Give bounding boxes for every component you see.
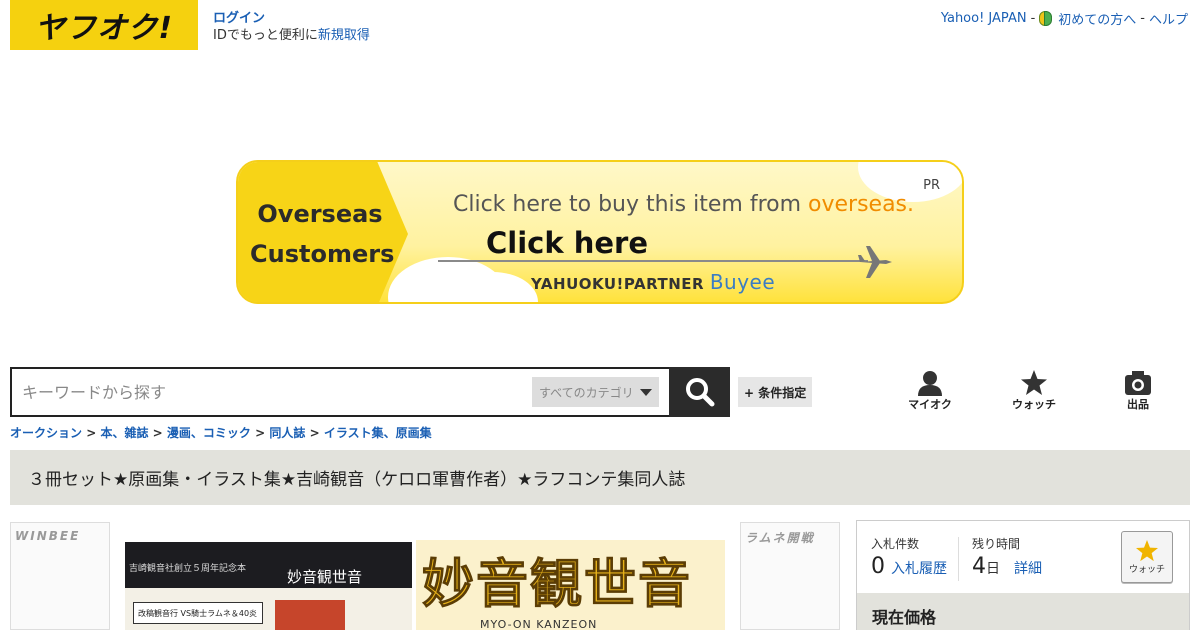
breadcrumb-item[interactable]: 漫画、コミック xyxy=(167,426,251,440)
overseas-banner[interactable]: Overseas Customers Click here to buy thi… xyxy=(236,160,964,304)
dropdown-triangle-icon xyxy=(639,388,652,396)
breadcrumb-sep: > xyxy=(255,426,266,440)
partner-text: YAHUOKU!PARTNER xyxy=(531,275,705,293)
img1-title: 妙音観世音 xyxy=(287,568,363,586)
breadcrumb: オークション > 本、雑誌 > 漫画、コミック > 同人誌 > イラスト集、原画… xyxy=(10,424,432,441)
sell-button[interactable]: 出品 xyxy=(1103,370,1173,412)
category-select[interactable]: すべてのカテゴリ xyxy=(532,377,659,407)
banner-headline: Click here to buy this item from oversea… xyxy=(453,192,914,217)
detail-link[interactable]: 詳細 xyxy=(1014,561,1042,577)
flight-line xyxy=(438,260,868,262)
banner-left-line1: Overseas xyxy=(257,200,383,228)
breadcrumb-item[interactable]: 同人誌 xyxy=(269,426,305,440)
login-sub: IDでもっと便利に新規取得 xyxy=(213,27,370,44)
login-area: ログイン IDでもっと便利に新規取得 xyxy=(213,10,370,44)
item-title: ３冊セット★原画集・イラスト集★吉崎観音（ケロロ軍曹作者）★ラフコンテ集同人誌 xyxy=(10,450,1190,505)
current-price-label: 現在価格 xyxy=(857,593,1189,630)
separator: - xyxy=(1030,11,1036,26)
star-icon xyxy=(1021,370,1047,395)
bid-history-link[interactable]: 入札履歴 xyxy=(891,561,947,577)
yahuoku-logo[interactable]: ヤフオク! xyxy=(10,0,198,50)
separator: - xyxy=(1140,11,1145,26)
time-unit: 日 xyxy=(986,561,1000,577)
carousel-image-2[interactable]: 妙音観世音 MYO-ON KANZEON xyxy=(416,540,725,630)
carousel-image-1[interactable]: 吉崎観音社創立５周年記念本 妙音観世音 改稿観音行 VS騎士ラムネ＆40炎 xyxy=(125,542,412,630)
banner-left-line2: Customers xyxy=(250,240,395,268)
camera-icon xyxy=(1125,371,1151,395)
img2-sub: MYO-ON KANZEON xyxy=(480,618,598,630)
search-input[interactable] xyxy=(12,369,532,415)
breadcrumb-sep: > xyxy=(86,426,97,440)
banner-cta[interactable]: Click here xyxy=(486,226,648,260)
img1-top-text: 吉崎観音社創立５周年記念本 xyxy=(129,564,247,574)
breadcrumb-item[interactable]: オークション xyxy=(10,426,82,440)
help-link[interactable]: ヘルプ xyxy=(1149,9,1188,28)
carousel-image-next[interactable]: ラムネ開戦 xyxy=(740,522,840,630)
banner-headline-text: Click here to buy this item from xyxy=(453,192,809,217)
beginner-leaf-icon xyxy=(1039,11,1053,26)
time-value: 4 xyxy=(972,554,986,579)
login-sub-text: IDでもっと便利に xyxy=(213,28,318,43)
time-label: 残り時間 xyxy=(972,537,1021,551)
airplane-icon xyxy=(858,246,892,278)
img2-title: 妙音観世音 xyxy=(421,554,693,616)
banner-headline-accent: overseas. xyxy=(808,192,915,217)
myauc-button[interactable]: マイオク xyxy=(895,370,965,412)
carousel-image-prev[interactable]: WINBEE xyxy=(10,522,110,630)
img1-box: 改稿観音行 VS騎士ラムネ＆40炎 xyxy=(133,602,263,624)
star-icon xyxy=(1136,539,1158,561)
category-label: すべてのカテゴリ xyxy=(539,385,634,400)
watch-button[interactable]: ウォッチ xyxy=(1121,531,1173,583)
remaining-time: 残り時間 4日 詳細 xyxy=(972,535,1042,579)
myauc-label: マイオク xyxy=(908,398,952,411)
register-link[interactable]: 新規取得 xyxy=(318,28,370,43)
breadcrumb-item[interactable]: イラスト集、原画集 xyxy=(324,426,432,440)
bid-count-label: 入札件数 xyxy=(871,537,920,551)
banner-left-panel: Overseas Customers xyxy=(238,162,408,302)
top-links: Yahoo! JAPAN - 初めての方へ - ヘルプ xyxy=(941,9,1188,28)
bid-panel: 入札件数 0 入札履歴 残り時間 4日 詳細 ウォッチ 現在価格 xyxy=(856,520,1190,630)
bid-count-value: 0 xyxy=(871,554,885,579)
search-bar: すべてのカテゴリ xyxy=(10,367,730,417)
breadcrumb-sep: > xyxy=(152,426,163,440)
person-icon xyxy=(918,371,942,396)
banner-partner: YAHUOKU!PARTNER Buyee xyxy=(531,270,775,294)
conditions-button[interactable]: + 条件指定 xyxy=(738,377,813,407)
watch-label: ウォッチ xyxy=(1012,398,1056,411)
yahoo-japan-link[interactable]: Yahoo! JAPAN xyxy=(941,11,1027,26)
bid-count: 入札件数 0 入札履歴 xyxy=(871,535,947,579)
sell-label: 出品 xyxy=(1127,398,1149,411)
search-button[interactable] xyxy=(669,367,730,417)
login-link[interactable]: ログイン xyxy=(213,10,370,27)
search-icon xyxy=(685,378,714,407)
buyee-logo: Buyee xyxy=(709,270,776,294)
breadcrumb-sep: > xyxy=(309,426,320,440)
watch-nav-button[interactable]: ウォッチ xyxy=(999,370,1069,412)
pr-label: PR xyxy=(923,178,940,193)
watch-button-label: ウォッチ xyxy=(1128,564,1165,575)
beginner-link[interactable]: 初めての方へ xyxy=(1058,9,1136,28)
image-tag: WINBEE xyxy=(15,529,81,543)
image-tag: ラムネ開戦 xyxy=(745,531,815,545)
breadcrumb-item[interactable]: 本、雑誌 xyxy=(100,426,148,440)
image-carousel: WINBEE 吉崎観音社創立５周年記念本 妙音観世音 改稿観音行 VS騎士ラムネ… xyxy=(0,522,845,630)
